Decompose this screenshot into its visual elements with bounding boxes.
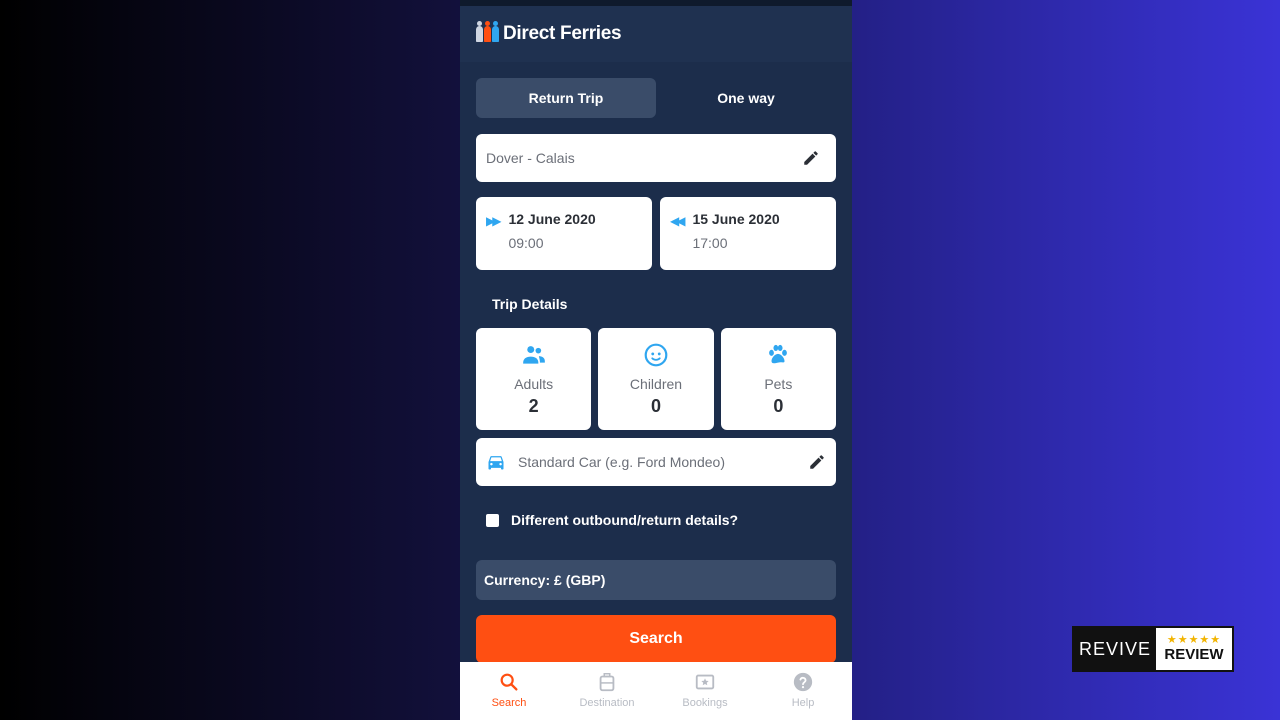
nav-search[interactable]: Search [460, 662, 558, 720]
search-form: Return Trip One way Dover - Calais ▶▶ 12… [460, 62, 852, 663]
route-value: Dover - Calais [486, 150, 575, 166]
adults-value: 2 [528, 396, 539, 416]
phone-screen: Direct Ferries Return Trip One way Dover… [460, 0, 852, 720]
paw-icon [769, 344, 788, 364]
different-details-label: Different outbound/return details? [511, 512, 739, 528]
different-details-row[interactable]: Different outbound/return details? [486, 512, 836, 528]
people-icon [522, 346, 545, 364]
return-date: 15 June 2020 [692, 211, 780, 227]
outbound-date-field[interactable]: ▶▶ 12 June 2020 09:00 [476, 197, 652, 270]
children-value: 0 [650, 396, 661, 416]
route-field[interactable]: Dover - Calais [476, 134, 836, 182]
nav-help[interactable]: Help [754, 662, 852, 720]
nav-destination[interactable]: Destination [558, 662, 656, 720]
return-date-field[interactable]: ◀◀ 15 June 2020 17:00 [660, 197, 836, 270]
search-icon [500, 673, 518, 691]
nav-help-label: Help [791, 697, 815, 709]
nav-bookings-label: Bookings [682, 697, 728, 709]
bottom-nav: Search Destination Bookings Help [460, 662, 852, 720]
trip-details-heading: Trip Details [492, 296, 568, 312]
app-header: Direct Ferries [460, 6, 852, 62]
help-icon [793, 672, 813, 692]
search-button[interactable]: Search [476, 615, 836, 663]
pets-label: Pets [764, 376, 793, 392]
pencil-icon[interactable] [808, 453, 826, 471]
children-counter[interactable]: Children 0 [598, 328, 714, 430]
car-icon [488, 456, 504, 470]
vehicle-value: Standard Car (e.g. Ford Mondeo) [518, 454, 725, 470]
date-selectors: ▶▶ 12 June 2020 09:00 ◀◀ 15 June 2020 17… [476, 197, 836, 270]
vehicle-field[interactable]: Standard Car (e.g. Ford Mondeo) [476, 438, 836, 486]
pets-counter[interactable]: Pets 0 [720, 328, 836, 430]
nav-destination-label: Destination [579, 697, 635, 709]
watermark-right-text: REVIEW [1164, 646, 1224, 663]
rewind-icon: ◀◀ [670, 214, 686, 228]
different-details-checkbox[interactable] [486, 513, 499, 527]
trip-type-toggle: Return Trip One way [476, 78, 836, 118]
passenger-counters: Adults 2 Children 0 Pets 0 [476, 328, 836, 430]
watermark-left-text: REVIVE [1074, 628, 1156, 670]
children-label: Children [629, 376, 683, 392]
revive-review-watermark: REVIVE ★★★★★ REVIEW [1072, 626, 1234, 672]
fast-forward-icon: ▶▶ [486, 214, 502, 228]
adults-counter[interactable]: Adults 2 [476, 328, 592, 430]
adults-label: Adults [514, 376, 554, 392]
return-trip-tab[interactable]: Return Trip [476, 78, 656, 118]
pencil-icon[interactable] [802, 149, 820, 167]
pets-value: 0 [773, 396, 784, 416]
outbound-date: 12 June 2020 [508, 211, 596, 227]
nav-search-label: Search [491, 697, 527, 709]
return-time: 17:00 [692, 235, 728, 251]
nav-bookings[interactable]: Bookings [656, 662, 754, 720]
currency-selector[interactable]: Currency: £ (GBP) [476, 560, 836, 600]
logo-icon [476, 21, 499, 42]
app-title: Direct Ferries [503, 23, 622, 44]
watermark-stars: ★★★★★ [1166, 634, 1222, 646]
outbound-time: 09:00 [508, 235, 544, 251]
ticket-icon [695, 674, 715, 690]
child-face-icon [644, 343, 668, 367]
one-way-tab[interactable]: One way [656, 78, 836, 118]
luggage-icon [599, 673, 615, 692]
